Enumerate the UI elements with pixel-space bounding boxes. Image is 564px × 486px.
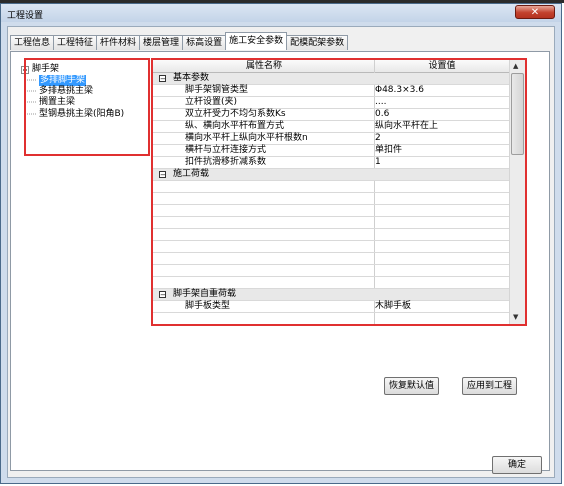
tab-member-materials[interactable]: 杆件材料: [96, 35, 141, 50]
title-bar[interactable]: 工程设置 ✕: [1, 4, 561, 22]
tab-elevation-settings[interactable]: 标高设置: [182, 35, 227, 50]
close-button[interactable]: ✕: [515, 5, 555, 19]
tab-construction-safety-params[interactable]: 施工安全参数: [225, 32, 288, 50]
restore-default-button[interactable]: 恢复默认值: [384, 377, 439, 395]
tab-project-features[interactable]: 工程特征: [53, 35, 98, 50]
tab-formwork-scaffold-params[interactable]: 配模配架参数: [286, 35, 349, 50]
apply-to-project-button[interactable]: 应用到工程: [462, 377, 517, 395]
highlight-box-grid: [151, 58, 527, 326]
highlight-box-tree: [24, 58, 150, 156]
tab-project-info[interactable]: 工程信息: [10, 35, 55, 50]
window-title: 工程设置: [7, 11, 44, 21]
ok-button[interactable]: 确定: [492, 456, 542, 474]
tab-strip: 工程信息 工程特征 杆件材料 楼层管理 标高设置 施工安全参数 配模配架参数: [10, 32, 349, 51]
tab-floor-management[interactable]: 楼层管理: [139, 35, 184, 50]
